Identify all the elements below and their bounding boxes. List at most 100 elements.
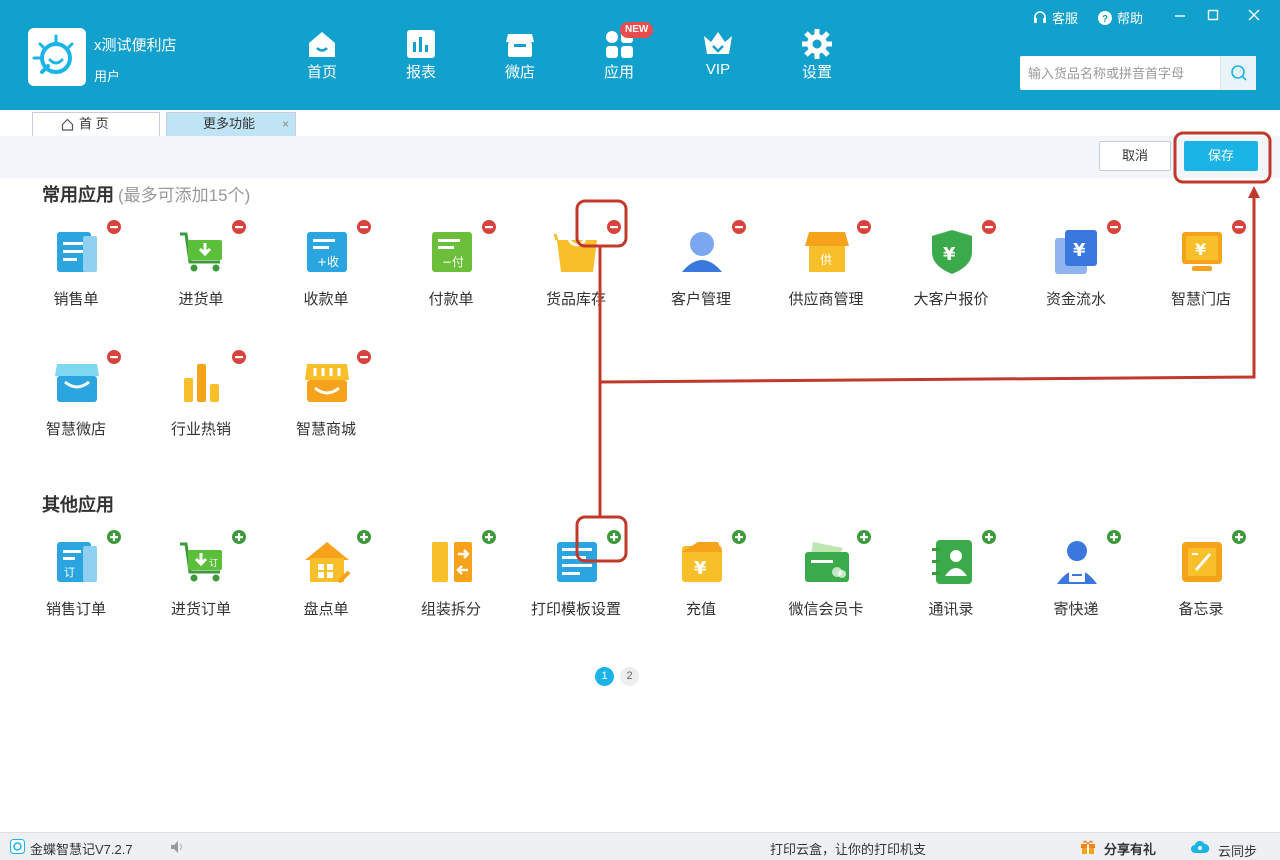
app-label: 充值 [685, 601, 716, 618]
remove-icon[interactable] [105, 348, 123, 366]
purchase-cart-icon [180, 232, 222, 272]
svg-text:供: 供 [820, 253, 832, 267]
remove-icon[interactable] [1230, 218, 1248, 236]
remove-icon[interactable] [105, 218, 123, 236]
cancel-button[interactable]: 取消 [1099, 141, 1171, 171]
app-cash-flow[interactable]: ¥ 资金流水 [1021, 218, 1131, 318]
search-button[interactable] [1220, 56, 1256, 90]
add-icon[interactable] [480, 528, 498, 546]
nav-vip[interactable]: VIP [688, 28, 748, 78]
app-receipt[interactable]: +收 收款单 [271, 218, 381, 318]
share-gift-link[interactable]: 分享有礼 [1104, 839, 1156, 858]
nav-home[interactable]: 首页 [292, 28, 352, 82]
tab-more-features[interactable]: 更多功能 × [166, 112, 296, 136]
tab-close-icon[interactable]: × [282, 113, 289, 135]
app-member-card[interactable]: 微信会员卡 [771, 528, 881, 628]
remove-icon[interactable] [855, 218, 873, 236]
ticker-text[interactable]: 打印云盒，让你的打印机支 [770, 839, 926, 858]
app-payment[interactable]: −付 付款单 [396, 218, 506, 318]
nav-settings[interactable]: 设置 [787, 28, 847, 82]
home-outline-icon [61, 118, 74, 131]
app-assemble[interactable]: 组装拆分 [396, 528, 506, 628]
nav-microstore[interactable]: 微店 [490, 28, 550, 82]
add-icon[interactable] [980, 528, 998, 546]
tab-more-label: 更多功能 [203, 116, 256, 131]
app-contacts[interactable]: 通讯录 [896, 528, 1006, 628]
close-button[interactable] [1244, 5, 1264, 30]
bar-chart-icon [184, 364, 219, 402]
svg-text:?: ? [1102, 14, 1108, 25]
svg-text:−付: −付 [442, 255, 464, 269]
payment-icon: −付 [432, 232, 472, 272]
minimize-icon [1175, 15, 1185, 17]
app-key-quote[interactable]: ¥ 大客户报价 [896, 218, 1006, 318]
app-courier[interactable]: 寄快递 [1021, 528, 1131, 628]
remove-icon[interactable] [605, 218, 623, 236]
gift-icon [1081, 840, 1095, 854]
help-link[interactable]: ? 帮助 [1097, 8, 1143, 27]
add-icon[interactable] [355, 528, 373, 546]
common-apps-title: 常用应用 (最多可添加15个) [42, 181, 250, 207]
app-smart-mall[interactable]: 智慧商城 [271, 348, 381, 448]
app-smart-microstore[interactable]: 智慧微店 [21, 348, 131, 448]
sales-order-icon: 订 [57, 542, 97, 582]
app-customer[interactable]: 客户管理 [646, 218, 756, 318]
add-icon[interactable] [230, 528, 248, 546]
app-inventory[interactable]: 货品库存 [521, 218, 631, 318]
app-stocktake[interactable]: 盘点单 [271, 528, 381, 628]
remove-icon[interactable] [730, 218, 748, 236]
app-label: 大客户报价 [913, 291, 989, 308]
app-recharge[interactable]: ¥ 充值 [646, 528, 756, 628]
app-label: 货品库存 [545, 291, 606, 308]
add-icon[interactable] [730, 528, 748, 546]
page-1-button[interactable]: 1 [595, 667, 614, 686]
app-label: 进货订单 [170, 601, 231, 618]
inventory-bag-icon [553, 233, 597, 272]
app-purchase-order[interactable]: 订 进货订单 [146, 528, 256, 628]
home-icon [309, 32, 335, 57]
add-icon[interactable] [855, 528, 873, 546]
cloud-sync-link[interactable]: 云同步 [1218, 841, 1257, 860]
status-bar: 金蝶智慧记V7.2.7 打印云盒，让你的打印机支 分享有礼 云同步 [0, 832, 1280, 860]
remove-icon[interactable] [230, 348, 248, 366]
app-sales-order[interactable]: 销售单 [21, 218, 131, 318]
app-label: 付款单 [428, 291, 474, 308]
app-print-template[interactable]: 打印模板设置 [521, 528, 631, 628]
search-box [1020, 56, 1256, 90]
common-apps-heading: 常用应用 [42, 185, 114, 205]
add-icon[interactable] [105, 528, 123, 546]
remove-icon[interactable] [980, 218, 998, 236]
app-memo[interactable]: 备忘录 [1146, 528, 1256, 628]
app-industry-hot[interactable]: 行业热销 [146, 348, 256, 448]
save-button[interactable]: 保存 [1184, 141, 1258, 171]
app-purchase[interactable]: 进货单 [146, 218, 256, 318]
supplier-icon: 供 [805, 232, 849, 272]
contacts-icon [932, 540, 972, 584]
minimize-button[interactable] [1170, 5, 1190, 30]
customer-icon [682, 232, 722, 272]
action-bar: 取消 保存 [0, 136, 1280, 178]
maximize-button[interactable] [1203, 5, 1223, 30]
page-2-button[interactable]: 2 [620, 667, 639, 686]
store-role: 用户 [94, 69, 121, 84]
app-label: 智慧门店 [1170, 291, 1231, 308]
speaker-icon[interactable] [170, 840, 186, 854]
app-smart-store[interactable]: ¥ 智慧门店 [1146, 218, 1256, 318]
remove-icon[interactable] [355, 348, 373, 366]
app-supplier[interactable]: 供 供应商管理 [771, 218, 881, 318]
sales-order-icon [57, 232, 97, 272]
add-icon[interactable] [605, 528, 623, 546]
nav-report[interactable]: 报表 [391, 28, 451, 82]
remove-icon[interactable] [230, 218, 248, 236]
service-link[interactable]: 客服 [1032, 8, 1078, 27]
search-icon [1231, 65, 1247, 81]
add-icon[interactable] [1230, 528, 1248, 546]
remove-icon[interactable] [1105, 218, 1123, 236]
app-sales-order-pre[interactable]: 订 销售订单 [21, 528, 131, 628]
search-input[interactable] [1020, 56, 1220, 90]
tab-home[interactable]: 首 页 [32, 112, 160, 136]
remove-icon[interactable] [355, 218, 373, 236]
add-icon[interactable] [1105, 528, 1123, 546]
svg-text:订: 订 [64, 566, 75, 579]
remove-icon[interactable] [480, 218, 498, 236]
